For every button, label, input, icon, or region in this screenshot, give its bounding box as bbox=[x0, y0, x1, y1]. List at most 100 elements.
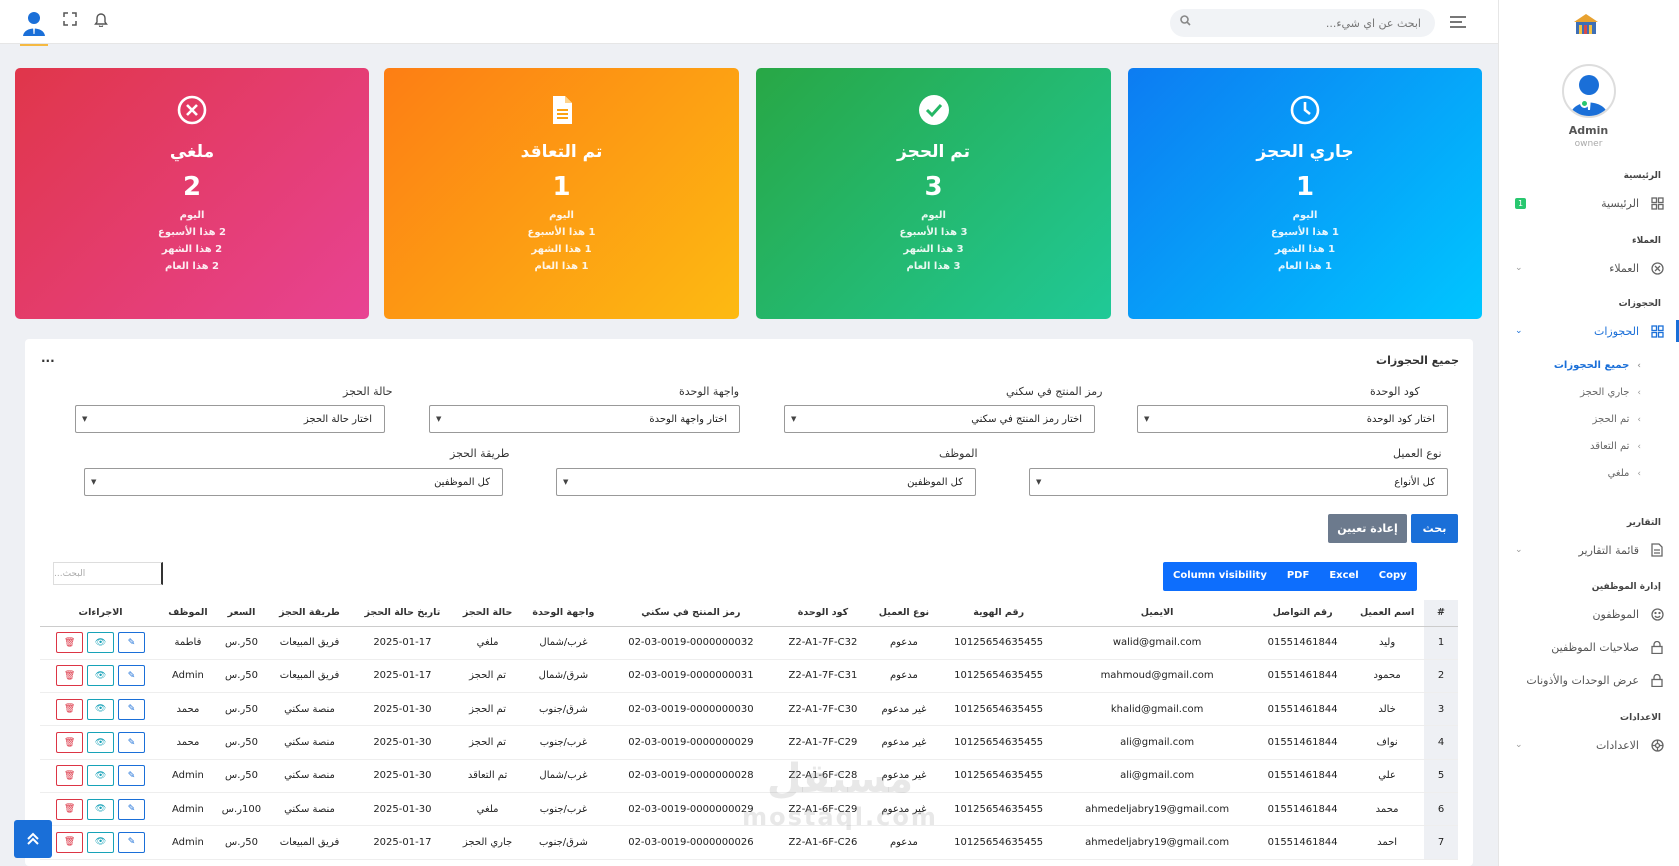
client-type-select[interactable]: كل الأنواع ▼ bbox=[1029, 468, 1448, 496]
search-input[interactable] bbox=[1170, 9, 1435, 37]
sidebar-item-bookings[interactable]: الحجوزات ⌄ bbox=[1515, 320, 1665, 342]
column-header[interactable]: السعر bbox=[214, 600, 269, 627]
delete-button[interactable]: 🗑 bbox=[56, 632, 84, 654]
edit-button[interactable]: ✎ bbox=[118, 831, 146, 853]
sidebar-item-reports[interactable]: قائمة التقارير ⌄ bbox=[1515, 539, 1665, 561]
sub-item-pending[interactable]: › جاري الحجز bbox=[1580, 387, 1641, 398]
sidebar-item-settings[interactable]: الاعدادات ⌄ bbox=[1515, 734, 1665, 756]
scroll-top-button[interactable] bbox=[14, 820, 52, 858]
fullscreen-icon[interactable] bbox=[63, 12, 77, 30]
sub-item-booked[interactable]: › تم الحجز bbox=[1593, 414, 1641, 425]
view-button[interactable]: 👁 bbox=[87, 698, 115, 720]
column-header[interactable]: رمز المنتج في سكني bbox=[605, 600, 777, 627]
table-row[interactable]: 1 وليد 01551461844 walid@gmail.com 101256546… bbox=[40, 626, 1458, 660]
view-button[interactable]: 👁 bbox=[87, 831, 115, 853]
section-settings-title: الاعدادات bbox=[1620, 713, 1661, 723]
column-header[interactable]: تاريخ حالة الحجز bbox=[350, 600, 454, 627]
table-cell: مدعوم bbox=[869, 659, 939, 694]
column-header[interactable]: طريقة الحجز bbox=[268, 600, 351, 627]
actions-cell: 🗑 👁 ✎ bbox=[40, 626, 162, 660]
delete-button[interactable]: 🗑 bbox=[56, 732, 84, 754]
sidebar-item-units-permissions[interactable]: عرض الوحدات والأذونات bbox=[1515, 669, 1665, 691]
table-cell: 50ر.س bbox=[214, 825, 269, 860]
search-button[interactable]: بحث bbox=[1411, 514, 1458, 543]
actions-cell: 🗑 👁 ✎ bbox=[40, 692, 162, 727]
sub-item-contracted[interactable]: › تم التعاقد bbox=[1590, 441, 1641, 452]
copy-button[interactable]: Copy bbox=[1369, 562, 1417, 591]
table-cell: علي bbox=[1350, 759, 1424, 793]
view-button[interactable]: 👁 bbox=[87, 665, 115, 687]
menu-icon[interactable] bbox=[1450, 16, 1466, 31]
card-title: جاري الحجز bbox=[1256, 142, 1354, 162]
sidebar: Admin owner الرئيسية الرئيسية 1 العملاء … bbox=[1498, 0, 1679, 866]
sidebar-item-home[interactable]: الرئيسية 1 bbox=[1515, 192, 1665, 214]
smile-icon bbox=[1649, 606, 1665, 622]
edit-button[interactable]: ✎ bbox=[118, 632, 146, 654]
status-select[interactable]: اختار حالة الحجز ▼ bbox=[75, 405, 385, 433]
edit-button[interactable]: ✎ bbox=[118, 798, 146, 820]
table-search-input[interactable]: البحث... bbox=[53, 562, 163, 585]
user-profile[interactable]: Admin owner bbox=[1498, 64, 1679, 149]
sub-item-cancelled[interactable]: › ملغي bbox=[1608, 468, 1641, 479]
sky-code-select[interactable]: اختار رمز المنتج في سكني ▼ bbox=[784, 405, 1095, 433]
user-icon[interactable] bbox=[22, 10, 46, 40]
card-count: 1 bbox=[552, 172, 571, 202]
row-index: 5 bbox=[1424, 759, 1458, 793]
row-index: 6 bbox=[1424, 792, 1458, 827]
more-options-button[interactable]: ... bbox=[41, 351, 55, 365]
pdf-button[interactable]: PDF bbox=[1277, 562, 1319, 591]
table-row[interactable]: 4 نواف 01551461844 ali@gmail.com 10125654635… bbox=[40, 725, 1458, 760]
facade-select[interactable]: اختار واجهة الوحدة ▼ bbox=[429, 405, 740, 433]
search-icon bbox=[1180, 15, 1191, 29]
edit-button[interactable]: ✎ bbox=[118, 698, 146, 720]
delete-button[interactable]: 🗑 bbox=[56, 798, 84, 820]
edit-button[interactable]: ✎ bbox=[118, 665, 146, 687]
method-select[interactable]: كل الموظفين ▼ bbox=[84, 468, 503, 496]
table-row[interactable]: 2 محمود 01551461844 mahmoud@gmail.com 101256… bbox=[40, 659, 1458, 694]
sidebar-item-employees[interactable]: الموظفون bbox=[1515, 603, 1665, 625]
document-icon bbox=[546, 94, 578, 126]
view-button[interactable]: 👁 bbox=[87, 798, 115, 820]
column-header[interactable]: حالة الحجز bbox=[453, 600, 522, 627]
card-today: اليوم bbox=[179, 210, 205, 221]
table-row[interactable]: 3 خالد 01551461844 khalid@gmail.com 10125654… bbox=[40, 692, 1458, 727]
view-button[interactable]: 👁 bbox=[87, 632, 115, 654]
section-clients-title: العملاء bbox=[1631, 236, 1661, 246]
column-header[interactable]: الاجراءات bbox=[40, 600, 162, 627]
table-header: # اسم العميل رقم التواصل الايميل رقم الهوية ن… bbox=[40, 600, 1458, 627]
column-header[interactable]: واجهة الوحدة bbox=[521, 600, 606, 627]
column-header[interactable]: اسم العميل bbox=[1350, 600, 1424, 627]
table-cell: mahmoud@gmail.com bbox=[1059, 659, 1255, 694]
delete-button[interactable]: 🗑 bbox=[56, 665, 84, 687]
table-cell: غرب/جنوب bbox=[521, 792, 606, 827]
unit-code-select[interactable]: اختار كود الوحدة ▼ bbox=[1137, 405, 1448, 433]
employee-select[interactable]: كل الموظفين ▼ bbox=[556, 468, 976, 496]
column-header[interactable]: كود الوحدة bbox=[776, 600, 870, 627]
table-cell: خالد bbox=[1350, 692, 1424, 727]
edit-button[interactable]: ✎ bbox=[118, 732, 146, 754]
view-button[interactable]: 👁 bbox=[87, 765, 115, 787]
delete-button[interactable]: 🗑 bbox=[56, 765, 84, 787]
edit-icon: ✎ bbox=[127, 804, 136, 815]
column-header[interactable]: رقم التواصل bbox=[1255, 600, 1351, 627]
excel-button[interactable]: Excel bbox=[1319, 562, 1368, 591]
column-visibility-button[interactable]: Column visibility bbox=[1163, 562, 1277, 591]
edit-button[interactable]: ✎ bbox=[118, 765, 146, 787]
eye-icon: 👁 bbox=[94, 704, 107, 715]
delete-button[interactable]: 🗑 bbox=[56, 698, 84, 720]
table-cell: 01551461844 bbox=[1255, 626, 1351, 660]
sub-item-all-bookings[interactable]: › جميع الحجوزات bbox=[1554, 360, 1641, 371]
bell-icon[interactable] bbox=[94, 12, 108, 31]
column-header[interactable]: نوع العميل bbox=[869, 600, 939, 627]
card-month: 1 هذا الشهر bbox=[1274, 244, 1336, 255]
column-header[interactable]: الايميل bbox=[1059, 600, 1255, 627]
column-header[interactable]: رقم الهوية bbox=[938, 600, 1060, 627]
delete-button[interactable]: 🗑 bbox=[56, 831, 84, 853]
reset-button[interactable]: إعادة تعيين bbox=[1328, 514, 1407, 543]
column-header[interactable]: الموظف bbox=[161, 600, 215, 627]
table-cell: غير مدعوم bbox=[869, 692, 939, 727]
column-header-index[interactable]: # bbox=[1424, 600, 1458, 627]
sidebar-item-clients[interactable]: العملاء ⌄ bbox=[1515, 257, 1665, 279]
view-button[interactable]: 👁 bbox=[87, 732, 115, 754]
sidebar-item-permissions[interactable]: صلاحيات الموظفين bbox=[1515, 636, 1665, 658]
